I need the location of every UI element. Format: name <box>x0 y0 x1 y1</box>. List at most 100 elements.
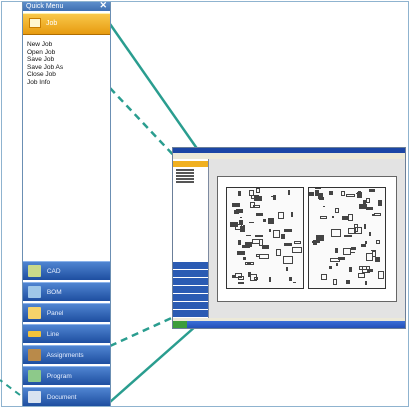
panel-icon <box>28 307 41 320</box>
job-menu-item-open[interactable]: Open Job <box>27 49 110 57</box>
nav-button-label: Line <box>46 331 60 338</box>
pcb-component <box>271 196 274 197</box>
job-button-label: Job <box>45 20 58 27</box>
pcb-component <box>356 193 360 194</box>
pcb-component <box>256 188 260 193</box>
thumbnail-nav-button <box>173 286 208 293</box>
pcb-component <box>276 249 281 256</box>
pcb-component <box>262 245 269 249</box>
pcb-component <box>289 277 292 281</box>
pcb-component <box>369 189 375 192</box>
pcb-component <box>321 274 327 280</box>
pcb-component <box>243 257 246 260</box>
nav-button-bom[interactable]: BOM <box>23 282 110 301</box>
pcb-canvas[interactable] <box>209 159 405 321</box>
quick-menu-nav: CAD BOM Panel Line Assignments Program D… <box>23 261 110 408</box>
pcb-component <box>284 229 292 232</box>
pcb-component <box>318 193 323 199</box>
job-button[interactable]: Job <box>23 13 110 35</box>
connector-top-solid <box>108 23 207 161</box>
pcb-component <box>346 194 355 197</box>
pcb-component <box>268 218 274 224</box>
pcb-component <box>232 203 240 207</box>
window-quick-menu-thumbnail <box>173 159 209 320</box>
pcb-component <box>351 252 355 253</box>
pcb-component <box>238 282 244 284</box>
pcb-component <box>292 247 302 253</box>
pcb-component <box>254 277 258 280</box>
pcb-component <box>249 222 254 223</box>
connector-bottom-dashed <box>109 313 179 348</box>
pcb-component <box>342 216 349 220</box>
pcb-component <box>341 191 345 196</box>
nav-button-label: BOM <box>46 289 62 296</box>
folder-icon <box>29 18 41 29</box>
nav-button-label: CAD <box>46 268 61 275</box>
pcb-component <box>335 208 339 213</box>
thumbnail-nav-button <box>173 310 208 317</box>
pcb-component <box>338 257 345 260</box>
pcb-component <box>240 217 242 218</box>
pcb-component <box>333 279 337 285</box>
nav-button-cad[interactable]: CAD <box>23 261 110 280</box>
pcb-component <box>335 248 338 253</box>
connector-top-dashed <box>109 87 179 161</box>
pcb-component <box>343 248 351 255</box>
job-menu-item-info[interactable]: Job Info <box>27 79 110 87</box>
pcb-panel-left <box>226 187 304 289</box>
connector-bottom-solid <box>109 317 206 403</box>
pcb-component <box>374 213 381 216</box>
pcb-component <box>346 280 350 284</box>
pcb-component <box>365 241 367 244</box>
pcb-component <box>245 242 252 247</box>
nav-button-label: Program <box>46 373 72 380</box>
pcb-component <box>273 230 280 238</box>
job-menu-item-save-as[interactable]: Save Job As <box>27 64 110 72</box>
pcb-component <box>246 235 251 236</box>
pcb-component <box>293 282 296 283</box>
pcb-component <box>286 267 288 271</box>
pcb-component <box>236 209 243 213</box>
pcb-component <box>365 281 367 285</box>
pcb-component <box>269 229 271 232</box>
pcb-component <box>361 244 366 247</box>
pcb-component <box>359 266 367 270</box>
thumbnail-nav-button <box>173 294 208 301</box>
job-menu-item-close[interactable]: Close Job <box>27 71 110 79</box>
job-menu-item-save[interactable]: Save Job <box>27 56 110 64</box>
assignments-icon <box>28 349 41 362</box>
pcb-component <box>238 191 241 196</box>
quick-menu-titlebar: Quick Menu ✕ <box>23 1 110 11</box>
thumbnail-text-line <box>176 172 194 174</box>
pcb-component <box>332 216 334 218</box>
pcb-component <box>358 273 365 278</box>
pcb-component <box>254 196 262 201</box>
thumbnail-nav-button <box>173 278 208 285</box>
pcb-component <box>291 212 293 217</box>
pcb-component <box>336 263 338 266</box>
document-icon <box>28 391 41 404</box>
pcb-component <box>237 251 245 255</box>
pcb-component <box>309 192 314 196</box>
pcb-component <box>359 204 367 209</box>
pcb-panel-right <box>308 187 386 289</box>
connector-left-dashed <box>0 379 21 396</box>
pcb-component <box>369 232 371 236</box>
quick-menu-title: Quick Menu <box>26 3 64 10</box>
thumbnail-nav-button <box>173 302 208 309</box>
nav-button-panel[interactable]: Panel <box>23 303 110 322</box>
application-window-thumbnail <box>172 147 406 329</box>
thumbnail-text-line <box>176 169 194 171</box>
bom-icon <box>28 286 41 299</box>
nav-button-label: Assignments <box>46 352 84 359</box>
close-icon[interactable]: ✕ <box>99 1 107 10</box>
pcb-component <box>372 251 376 257</box>
nav-button-assignments[interactable]: Assignments <box>23 345 110 364</box>
job-menu-item-new[interactable]: New Job <box>27 41 110 49</box>
thumbnail-job-button <box>173 161 208 167</box>
pcb-component <box>284 243 292 246</box>
nav-button-program[interactable]: Program <box>23 366 110 385</box>
nav-button-line[interactable]: Line <box>23 324 110 343</box>
pcb-component <box>259 254 269 259</box>
nav-button-document[interactable]: Document <box>23 387 110 406</box>
